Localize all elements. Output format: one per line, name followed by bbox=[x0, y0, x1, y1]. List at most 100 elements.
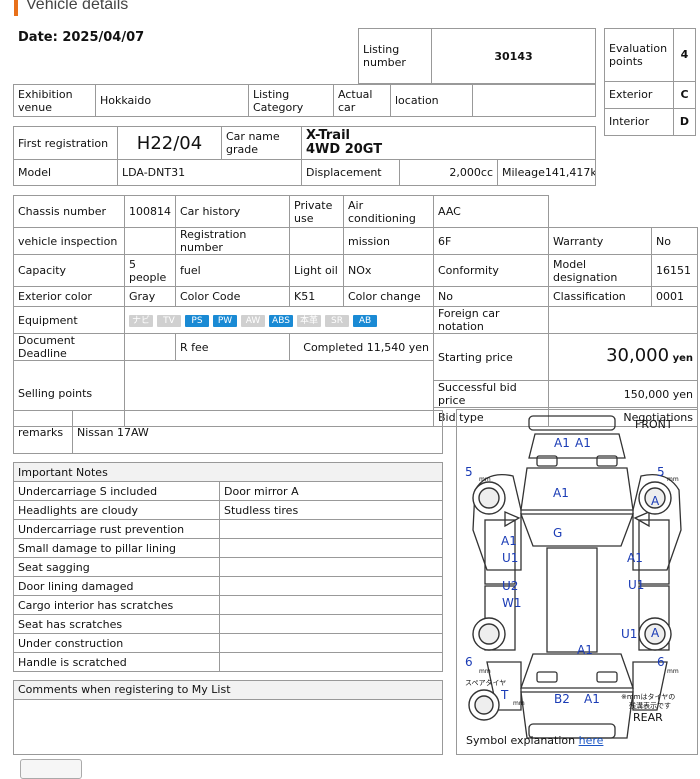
model-label: Model bbox=[13, 159, 118, 186]
fuel-label: fuel bbox=[175, 254, 290, 287]
first-registration-value: H22/04 bbox=[117, 126, 222, 160]
mileage-value: 141,417km bbox=[544, 166, 595, 179]
notes-row: Seat sagging bbox=[13, 557, 443, 577]
tire-rr-depth: 6 bbox=[657, 655, 665, 669]
mark-glass: G bbox=[553, 526, 563, 540]
displacement-value: 2,000cc bbox=[399, 159, 498, 186]
eval-points-label: Evaluation points bbox=[604, 28, 674, 82]
starting-price-unit: yen bbox=[672, 353, 693, 364]
spare-tire-icon bbox=[468, 689, 500, 721]
mark-hood-a: A1 bbox=[554, 436, 570, 450]
front-label: FRONT bbox=[635, 418, 673, 431]
first-registration-label: First registration bbox=[13, 126, 118, 160]
equipment-chip: AB bbox=[353, 314, 377, 327]
exhibition-venue-label: Exhibition venue bbox=[13, 84, 96, 117]
mission-value: 6F bbox=[433, 227, 549, 255]
eval-points-value: 4 bbox=[673, 28, 696, 82]
warranty-label: Warranty bbox=[548, 227, 652, 255]
mission-label: mission bbox=[343, 227, 434, 255]
air-conditioning-value: AAC bbox=[433, 195, 549, 228]
equipment-chip: 本革 bbox=[297, 314, 321, 327]
car-history-label: Car history bbox=[175, 195, 290, 228]
exterior-grade-value: C bbox=[673, 80, 696, 109]
actual-car-label: Actual car bbox=[333, 84, 391, 117]
equipment-chip: AW bbox=[241, 314, 265, 327]
mark-left-front-1: A1 bbox=[501, 534, 517, 548]
car-name-value: X-Trail 4WD 20GT bbox=[301, 126, 596, 160]
car-name-line2: 4WD 20GT bbox=[306, 142, 383, 157]
note-right bbox=[219, 576, 443, 596]
note-left: Under construction bbox=[13, 633, 220, 653]
chassis-label: Chassis number bbox=[13, 195, 125, 228]
mark-right-front-1: A1 bbox=[627, 551, 643, 565]
tire-rear-left-icon bbox=[472, 617, 506, 651]
starting-price-cell: 30,000 yen bbox=[548, 333, 698, 381]
mileage-label: Mileage bbox=[502, 166, 545, 179]
note-right bbox=[219, 519, 443, 539]
air-conditioning-label: Air conditioning bbox=[343, 195, 434, 228]
equipment-label: Equipment bbox=[13, 306, 125, 334]
nox-label: NOx bbox=[343, 254, 434, 287]
model-value: LDA-DNT31 bbox=[117, 159, 302, 186]
tire-fr-depth: 5 bbox=[657, 465, 665, 479]
location-value bbox=[472, 84, 596, 117]
exterior-color-value: Gray bbox=[124, 286, 176, 307]
notes-row: Small damage to pillar lining bbox=[13, 538, 443, 558]
equipment-chip: PS bbox=[185, 314, 209, 327]
note-right bbox=[219, 595, 443, 615]
starting-price-value: 30,000 bbox=[606, 345, 670, 366]
conformity-label: Conformity bbox=[433, 254, 549, 287]
color-code-label: Color Code bbox=[175, 286, 290, 307]
symbol-explanation: Symbol explanation here bbox=[466, 734, 603, 747]
successful-bid-label: Successful bid price bbox=[433, 380, 549, 408]
mileage-cell: Mileage 141,417km bbox=[497, 159, 596, 186]
note-right bbox=[219, 614, 443, 634]
notes-row: Cargo interior has scratches bbox=[13, 595, 443, 615]
notes-row: Undercarriage rust prevention bbox=[13, 519, 443, 539]
mark-left-rear-1: U2 bbox=[502, 579, 519, 593]
car-name-label: Car name grade bbox=[221, 126, 302, 160]
notes-row: Undercarriage S included Door mirror A bbox=[13, 481, 443, 501]
note-left: Small damage to pillar lining bbox=[13, 538, 220, 558]
chassis-value: 100814 bbox=[124, 195, 176, 228]
inspection-label: vehicle inspection bbox=[13, 227, 125, 255]
comments-box[interactable]: Comments when registering to My List bbox=[13, 680, 443, 755]
model-designation-label: Model designation bbox=[548, 254, 652, 287]
listing-number: 30143 bbox=[431, 28, 596, 84]
tire-front-left-icon bbox=[472, 481, 506, 515]
equipment-chip: ナビ bbox=[129, 314, 153, 327]
mark-right-front-2: U1 bbox=[628, 578, 645, 592]
mark-bonnet: A1 bbox=[553, 486, 569, 500]
mark-rear-u: U1 bbox=[621, 627, 638, 641]
equipment-chip: ABS bbox=[269, 314, 293, 327]
note-left: Undercarriage S included bbox=[13, 481, 220, 501]
equipment-chip: SR bbox=[325, 314, 349, 327]
notes-row: Handle is scratched bbox=[13, 652, 443, 672]
equipment-chips: ナビ TV PS PW AW ABS 本革 SR AB bbox=[124, 306, 434, 334]
interior-grade-value: D bbox=[673, 107, 696, 137]
symbol-explanation-link[interactable]: here bbox=[579, 734, 604, 747]
note-left: Door lining damaged bbox=[13, 576, 220, 596]
r-fee-value: Completed 11,540 yen bbox=[289, 333, 434, 361]
title-accent-bar bbox=[14, 0, 18, 16]
mark-hood-b: A1 bbox=[575, 436, 591, 450]
equipment-chip: PW bbox=[213, 314, 237, 327]
successful-bid-value: 150,000 yen bbox=[548, 380, 698, 408]
capacity-label: Capacity bbox=[13, 254, 125, 287]
displacement-label: Displacement bbox=[301, 159, 400, 186]
mark-bumper-a1: A1 bbox=[584, 692, 600, 706]
notes-row: Seat has scratches bbox=[13, 614, 443, 634]
tire-rl-mm: mm bbox=[479, 668, 491, 675]
mark-left-rear-2: W1 bbox=[502, 596, 522, 610]
tire-rr-mm: mm bbox=[667, 668, 679, 675]
light-oil-label: Light oil bbox=[289, 254, 344, 287]
notes-row: Door lining damaged bbox=[13, 576, 443, 596]
note-right: Door mirror A bbox=[219, 481, 443, 501]
mark-trunk: A1 bbox=[577, 643, 593, 657]
mark-bumper-b2: B2 bbox=[554, 692, 570, 706]
tire-fr-mm: mm bbox=[667, 476, 679, 483]
bottom-button[interactable] bbox=[20, 759, 82, 779]
remarks-label: remarks bbox=[13, 410, 73, 454]
notes-row: Headlights are cloudy Studless tires bbox=[13, 500, 443, 520]
spare-mm: mm bbox=[513, 700, 525, 707]
